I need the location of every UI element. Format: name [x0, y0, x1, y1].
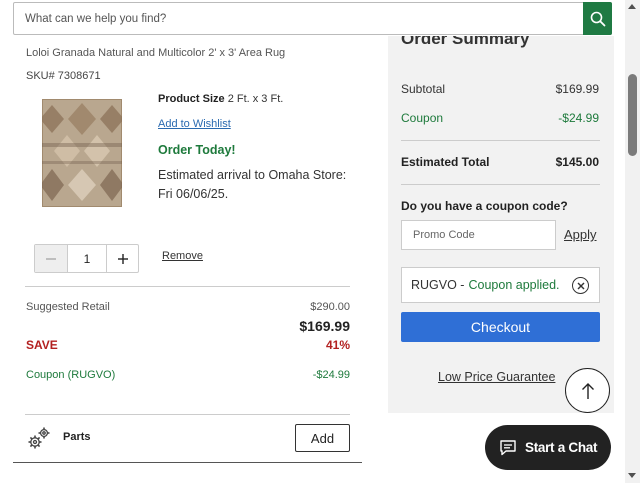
- search-button[interactable]: [583, 2, 612, 35]
- order-summary-title-text: Order Summary: [401, 36, 530, 48]
- promo-code-input[interactable]: [401, 220, 556, 250]
- scrollbar[interactable]: [625, 0, 640, 483]
- minus-icon: [46, 257, 56, 260]
- apply-coupon-link[interactable]: Apply: [564, 227, 597, 242]
- order-today-label: Order Today!: [158, 143, 236, 157]
- close-icon: [577, 282, 584, 289]
- scroll-up-arrow-icon[interactable]: [628, 4, 636, 9]
- divider: [25, 414, 350, 415]
- subtotal-value: $169.99: [555, 82, 599, 96]
- divider: [13, 462, 362, 463]
- remove-link[interactable]: Remove: [162, 250, 203, 262]
- applied-coupon-code: RUGVO -: [411, 278, 465, 292]
- summary-coupon-value: -$24.99: [558, 111, 599, 125]
- save-percent: 41%: [325, 338, 350, 352]
- item-coupon-label: Coupon (RUGVO): [26, 369, 116, 381]
- back-to-top-button[interactable]: [565, 368, 610, 413]
- product-sku: SKU# 7308671: [26, 70, 101, 82]
- order-summary-title: Order Summary: [401, 36, 530, 56]
- scrollbar-thumb[interactable]: [628, 74, 637, 156]
- product-size-value: 2 Ft. x 3 Ft.: [227, 93, 284, 105]
- item-coupon-value: -$24.99: [312, 369, 350, 381]
- estimated-total-label: Estimated Total: [401, 155, 490, 169]
- low-price-guarantee-link[interactable]: Low Price Guarantee: [438, 370, 555, 384]
- coupon-question: Do you have a coupon code?: [401, 199, 568, 213]
- applied-coupon-box: RUGVO - Coupon applied.: [401, 267, 600, 303]
- item-price: $169.99: [299, 318, 350, 334]
- applied-coupon-message: Coupon applied.: [468, 278, 560, 292]
- search-icon: [590, 11, 605, 26]
- product-name: Loloi Granada Natural and Multicolor 2' …: [26, 47, 286, 59]
- product-size-label: Product Size: [158, 93, 225, 105]
- plus-icon: [117, 253, 128, 264]
- summary-coupon-label: Coupon: [401, 111, 444, 125]
- product-size: Product Size 2 Ft. x 3 Ft.: [158, 93, 283, 105]
- search-input[interactable]: [14, 3, 583, 34]
- estimated-total-value: $145.00: [555, 155, 599, 169]
- divider: [401, 140, 600, 141]
- estimated-arrival: Estimated arrival to Omaha Store: Fri 06…: [158, 168, 347, 201]
- gears-icon: [28, 427, 50, 449]
- suggested-retail-label: Suggested Retail: [26, 301, 110, 313]
- product-image[interactable]: [42, 99, 122, 207]
- checkout-button[interactable]: Checkout: [401, 312, 600, 342]
- subtotal-label: Subtotal: [401, 82, 446, 96]
- start-chat-label: Start a Chat: [525, 440, 598, 455]
- decrease-quantity-button[interactable]: [35, 245, 67, 272]
- remove-coupon-button[interactable]: [572, 277, 589, 294]
- parts-label: Parts: [63, 431, 91, 443]
- divider: [25, 286, 350, 287]
- divider: [401, 184, 600, 185]
- start-chat-button[interactable]: Start a Chat: [485, 425, 611, 470]
- quantity-input[interactable]: [67, 245, 107, 272]
- add-parts-button[interactable]: Add: [295, 424, 350, 452]
- search-bar: [13, 2, 612, 35]
- add-to-wishlist-link[interactable]: Add to Wishlist: [158, 118, 231, 130]
- chat-icon: [500, 440, 516, 456]
- save-label: SAVE: [26, 338, 58, 352]
- increase-quantity-button[interactable]: [107, 245, 138, 272]
- scroll-down-arrow-icon[interactable]: [628, 473, 636, 478]
- quantity-stepper: [34, 244, 139, 273]
- suggested-retail-value: $290.00: [310, 301, 350, 313]
- arrow-up-icon: [581, 382, 594, 399]
